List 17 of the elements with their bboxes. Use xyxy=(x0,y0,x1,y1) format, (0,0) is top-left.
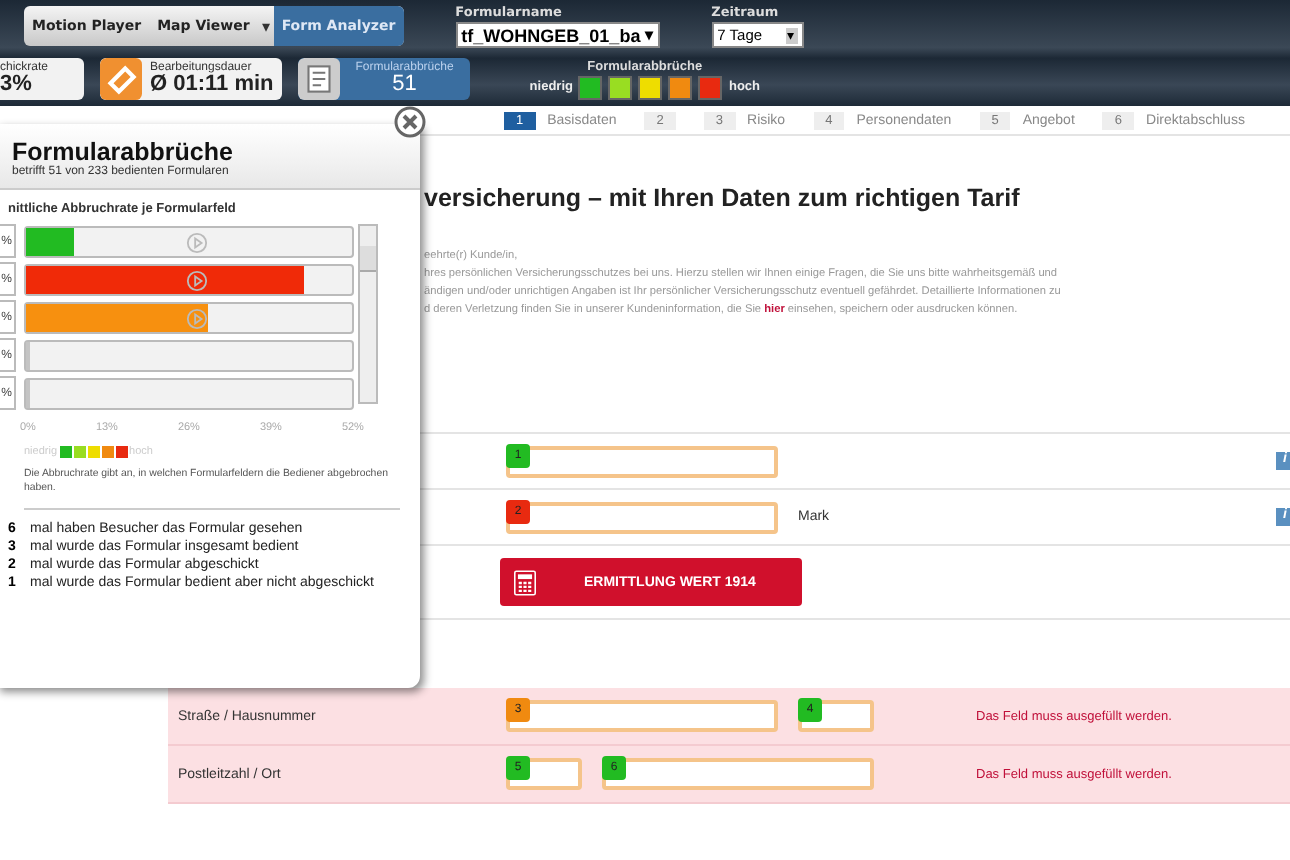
rate-bar[interactable] xyxy=(24,301,354,333)
caret-icon[interactable]: ▾ xyxy=(257,17,274,35)
form-select[interactable]: tf_WOHNGEB_01_ba ▾ xyxy=(455,22,660,48)
rate-bar[interactable] xyxy=(24,225,354,257)
tag-icon xyxy=(100,58,142,100)
scrollbar[interactable] xyxy=(358,224,378,404)
play-icon[interactable] xyxy=(186,269,208,291)
rate-bar[interactable] xyxy=(24,339,354,371)
page-heading: versicherung – mit Ihren Daten zum richtigen Tarif xyxy=(424,184,1022,212)
play-icon[interactable] xyxy=(186,307,208,329)
popup-title: Formularabbrüche xyxy=(12,138,235,166)
rate-bar[interactable] xyxy=(24,263,354,295)
rate-bar[interactable] xyxy=(24,377,354,409)
close-icon[interactable] xyxy=(394,106,426,138)
document-icon xyxy=(297,58,340,100)
calculator-icon xyxy=(514,569,536,595)
play-icon[interactable] xyxy=(186,231,208,253)
